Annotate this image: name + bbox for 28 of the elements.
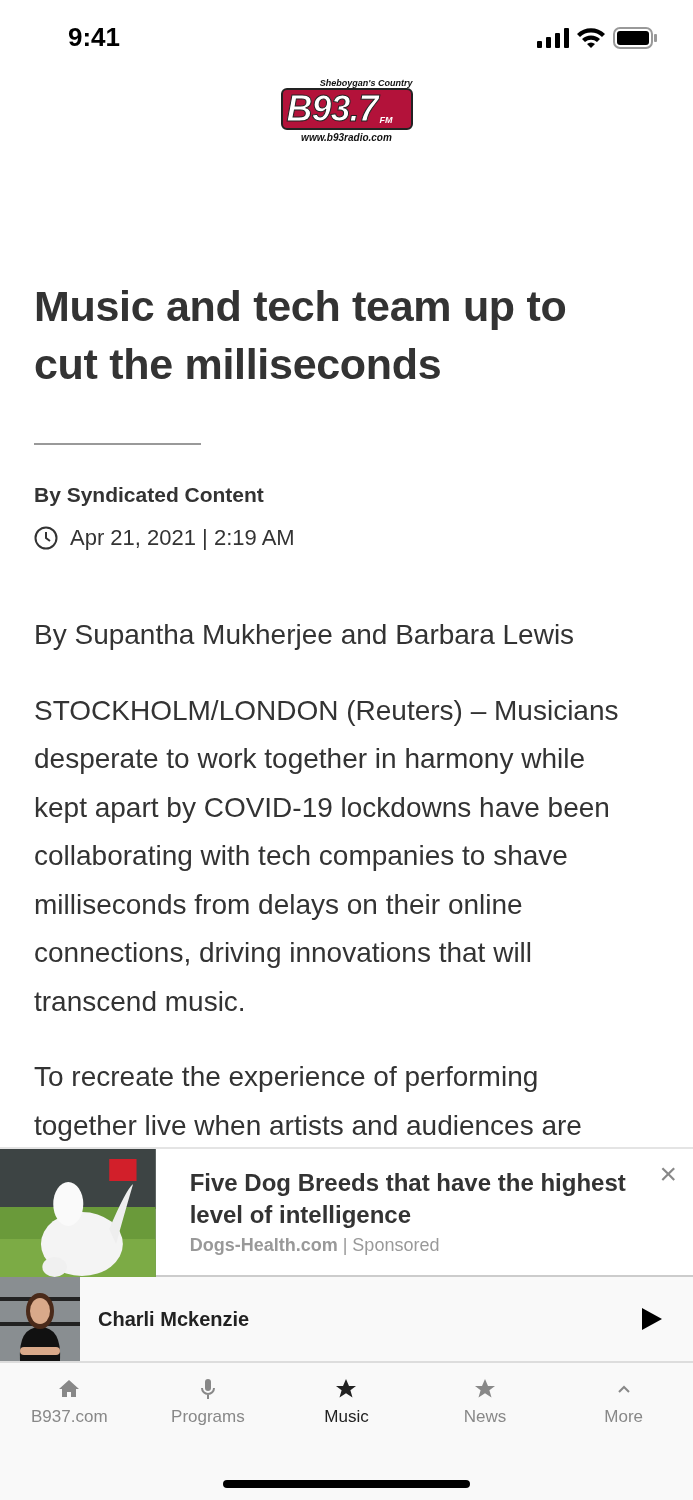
tab[interactable]: Programs	[138, 1363, 278, 1443]
article-title: Music and tech team up to cut the milliseconds	[34, 281, 568, 390]
clock-icon	[34, 526, 58, 550]
separator: |	[342, 1235, 348, 1255]
tab[interactable]: B937.com	[0, 1363, 139, 1443]
sponsored-label: Sponsored	[352, 1235, 440, 1255]
play-button[interactable]	[641, 1307, 663, 1331]
battery-icon	[613, 26, 657, 49]
wifi-icon	[577, 27, 605, 48]
tab[interactable]: News	[415, 1363, 555, 1443]
signal-icon	[537, 27, 569, 48]
host-name: Charli Mckenzie	[98, 1307, 251, 1331]
close-button[interactable]: ×	[659, 1159, 677, 1189]
logo-tagline: Sheboygan's Country	[319, 78, 413, 88]
article-author: By Syndicated Content	[34, 483, 265, 507]
logo-url: www.b93radio.com	[300, 132, 393, 144]
play-icon	[641, 1307, 663, 1331]
article-paragraph: To recreate the experience of performing together live when artists and audiences are	[34, 1060, 583, 1143]
status-time: 9:41	[68, 22, 121, 53]
logo-name: B93.7	[286, 90, 378, 128]
article-paragraph: STOCKHOLM/LONDON (Reuters) – Musicians desperate to work together in harmony while kept apart by COVID-19 lockdowns have been collaborating with tech companies to shave milliseconds from delays on their online connections, driving innovations that will transcend music.	[34, 693, 620, 1019]
ad-source: Dogs-Health.com	[189, 1235, 338, 1255]
article-paragraph: By Supantha Mukherjee and Barbara Lewis	[34, 618, 576, 652]
ad-headline[interactable]: Five Dog Breeds that have the highest level of intelligence	[189, 1167, 643, 1231]
article-date: Apr 21, 2021 | 2:19 AM	[70, 525, 295, 551]
tab[interactable]: Music	[277, 1363, 416, 1443]
tab[interactable]: More	[554, 1363, 693, 1443]
fm-label: FM	[379, 115, 393, 125]
